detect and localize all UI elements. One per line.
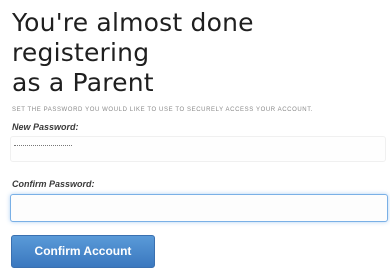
new-password-label: New Password:	[12, 122, 79, 132]
confirm-account-button[interactable]: Confirm Account	[11, 235, 155, 268]
confirm-password-label: Confirm Password:	[12, 179, 95, 189]
page-title: You're almost done registering as a Pare…	[12, 8, 384, 98]
instructions-text: Set the password you would like to use t…	[12, 107, 314, 113]
confirm-password-field[interactable]	[10, 194, 388, 222]
new-password-field[interactable]	[10, 136, 386, 162]
new-password-masked-value	[14, 145, 72, 147]
page-title-line1: You're almost done registering	[12, 8, 254, 67]
page-title-line2: as a Parent	[12, 68, 154, 97]
